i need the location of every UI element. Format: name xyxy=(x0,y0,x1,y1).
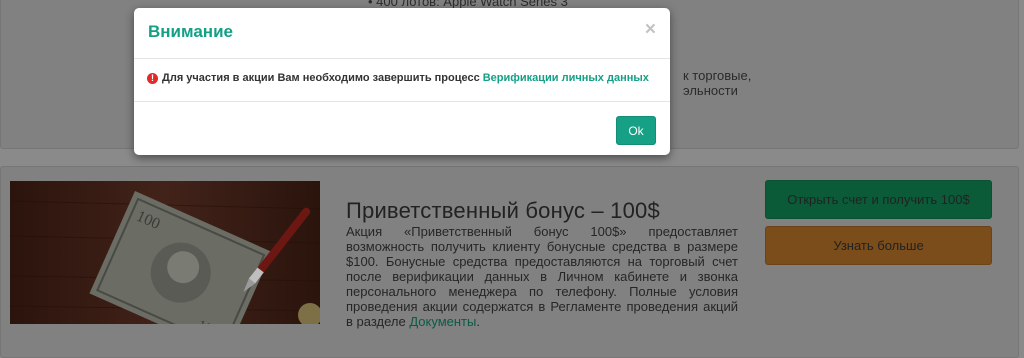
promo-image: 100 100 xyxy=(10,181,320,324)
modal-header: Внимание × xyxy=(134,8,670,59)
promo-title: Приветственный бонус – 100$ xyxy=(346,198,660,223)
learn-more-button[interactable]: Узнать больше xyxy=(765,226,992,265)
documents-link[interactable]: Документы xyxy=(409,314,476,329)
side-text: к торговые, эльности xyxy=(683,68,752,98)
banknote-image: 100 100 xyxy=(10,181,320,324)
modal-message-text: Для участия в акции Вам необходимо завер… xyxy=(162,72,480,84)
modal-title: Внимание xyxy=(148,22,233,41)
modal-message: ! Для участия в акции Вам необходимо зав… xyxy=(147,72,649,84)
promo-description-text: Акция «Приветственный бонус 100$» предос… xyxy=(346,224,738,329)
attention-modal: Внимание × ! Для участия в акции Вам нео… xyxy=(134,8,670,155)
ok-button[interactable]: Ok xyxy=(616,116,656,145)
page: • 400 лотов: Apple Watch Series 3 к торг… xyxy=(0,0,1024,358)
modal-body: ! Для участия в акции Вам необходимо зав… xyxy=(134,59,670,102)
promo-description: Акция «Приветственный бонус 100$» предос… xyxy=(346,224,738,329)
verification-link[interactable]: Верификации личных данных xyxy=(483,72,649,84)
promo-description-end: . xyxy=(476,314,480,329)
modal-footer: Ok xyxy=(134,102,670,156)
close-icon[interactable]: × xyxy=(645,20,656,39)
error-icon: ! xyxy=(147,72,158,84)
open-account-button[interactable]: Открыть счет и получить 100$ xyxy=(765,180,992,219)
